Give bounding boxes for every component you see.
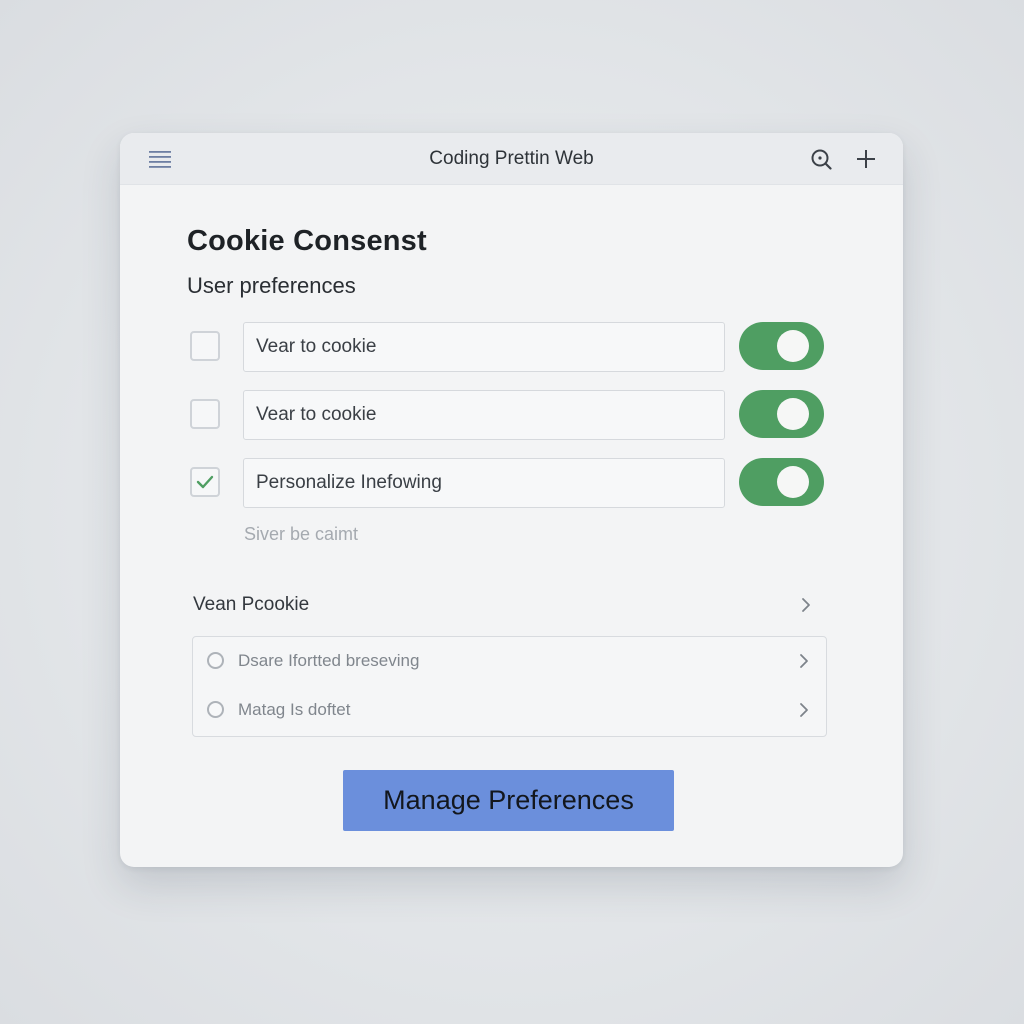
option-radio[interactable] xyxy=(207,701,224,718)
preference-checkbox-checked[interactable] xyxy=(190,467,220,497)
helper-text: Siver be caimt xyxy=(244,524,359,544)
window-title: Coding Prettin Web xyxy=(429,148,594,169)
cookie-section-row[interactable]: Vean Pcookie xyxy=(193,590,813,620)
preference-checkbox[interactable] xyxy=(190,331,220,361)
preference-row: Personalize Inefowing xyxy=(190,458,830,510)
page-heading: Cookie Consenst xyxy=(187,225,427,257)
preference-row: Vear to cookie xyxy=(190,390,830,442)
section-label: Vean Pcookie xyxy=(193,594,310,615)
preference-toggle[interactable] xyxy=(739,322,824,370)
toggle-knob xyxy=(777,330,809,362)
chevron-right-icon xyxy=(800,703,808,717)
checkmark-icon xyxy=(196,475,214,489)
preference-field[interactable]: Vear to cookie xyxy=(243,322,725,372)
section-subheading: User preferences xyxy=(187,273,356,298)
plus-icon[interactable] xyxy=(855,148,877,170)
preference-field[interactable]: Personalize Inefowing xyxy=(243,458,725,508)
preference-row: Vear to cookie xyxy=(190,322,830,374)
title-bar: Coding Prettin Web xyxy=(120,133,903,185)
manage-preferences-button[interactable]: Manage Preferences xyxy=(343,770,674,831)
options-list: Dsare Ifortted breseving Matag Is doftet xyxy=(192,636,827,737)
preferences-window: Coding Prettin Web Cookie Consenst User xyxy=(120,133,903,867)
option-radio[interactable] xyxy=(207,652,224,669)
option-item[interactable]: Matag Is doftet xyxy=(193,690,826,730)
preference-toggle[interactable] xyxy=(739,390,824,438)
preference-checkbox[interactable] xyxy=(190,399,220,429)
chevron-right-icon xyxy=(802,598,810,612)
preference-field[interactable]: Vear to cookie xyxy=(243,390,725,440)
toggle-knob xyxy=(777,398,809,430)
preference-toggle[interactable] xyxy=(739,458,824,506)
toggle-knob xyxy=(777,466,809,498)
option-label: Dsare Ifortted breseving xyxy=(238,651,420,670)
search-icon[interactable] xyxy=(810,148,832,170)
chevron-right-icon xyxy=(800,654,808,668)
option-item[interactable]: Dsare Ifortted breseving xyxy=(193,641,826,681)
option-label: Matag Is doftet xyxy=(238,700,351,719)
hamburger-menu-icon[interactable] xyxy=(148,150,172,168)
